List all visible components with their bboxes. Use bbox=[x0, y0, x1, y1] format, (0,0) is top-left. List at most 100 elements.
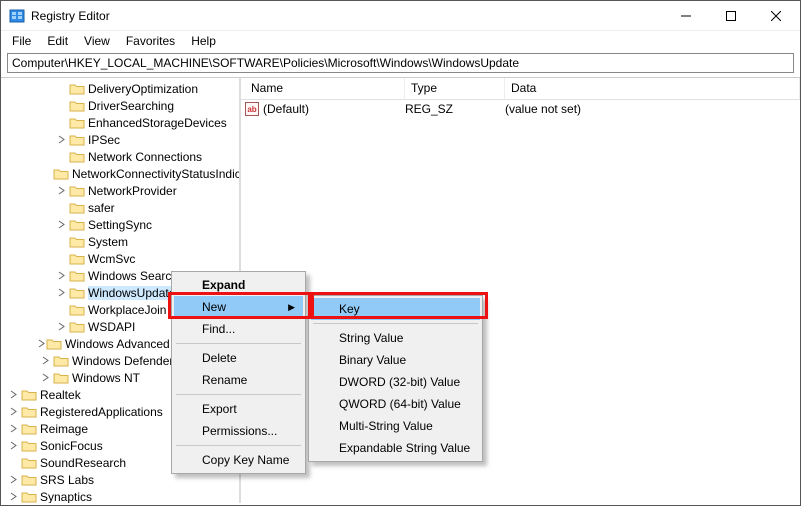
folder-icon bbox=[21, 422, 37, 436]
menu-separator bbox=[176, 343, 301, 344]
titlebar: Registry Editor bbox=[1, 1, 800, 31]
folder-icon bbox=[69, 252, 85, 266]
tree-label: WSDAPI bbox=[88, 320, 135, 334]
list-rows: ab(Default) REG_SZ (value not set) bbox=[241, 100, 800, 118]
chevron-icon[interactable] bbox=[53, 322, 69, 331]
folder-icon bbox=[69, 286, 85, 300]
tree-label: Windows NT bbox=[72, 371, 140, 385]
tree-node[interactable]: safer bbox=[1, 199, 239, 216]
context-item[interactable]: Find... bbox=[174, 318, 303, 340]
col-header-name[interactable]: Name bbox=[245, 78, 405, 99]
context-item[interactable]: Permissions... bbox=[174, 420, 303, 442]
tree-label: Windows Search bbox=[88, 269, 178, 283]
address-bar[interactable]: Computer\HKEY_LOCAL_MACHINE\SOFTWARE\Pol… bbox=[7, 53, 794, 73]
context-item-label: Copy Key Name bbox=[202, 453, 289, 467]
context-item[interactable]: String Value bbox=[311, 327, 480, 349]
tree-node[interactable]: System bbox=[1, 233, 239, 250]
context-item[interactable]: Copy Key Name bbox=[174, 449, 303, 471]
folder-icon bbox=[53, 371, 69, 385]
menu-view[interactable]: View bbox=[77, 33, 117, 49]
tree-node[interactable]: IPSec bbox=[1, 131, 239, 148]
maximize-button[interactable] bbox=[708, 2, 753, 30]
tree-node[interactable]: DeliveryOptimization bbox=[1, 80, 239, 97]
context-item-label: String Value bbox=[339, 331, 403, 345]
context-item[interactable]: Expandable String Value bbox=[311, 437, 480, 459]
folder-icon bbox=[69, 99, 85, 113]
folder-icon bbox=[21, 473, 37, 487]
context-item[interactable]: QWORD (64-bit) Value bbox=[311, 393, 480, 415]
tree-label: Synaptics bbox=[40, 490, 92, 504]
submenu-arrow-icon: ▶ bbox=[288, 302, 295, 313]
string-value-icon: ab bbox=[245, 102, 259, 116]
context-item[interactable]: Delete bbox=[174, 347, 303, 369]
tree-label: SettingSync bbox=[88, 218, 152, 232]
context-menu: Expand New▶Find... DeleteRename Export Permi… bbox=[171, 271, 306, 474]
address-text: Computer\HKEY_LOCAL_MACHINE\SOFTWARE\Pol… bbox=[12, 56, 519, 70]
chevron-icon[interactable] bbox=[53, 288, 69, 297]
folder-icon bbox=[69, 269, 85, 283]
chevron-icon[interactable] bbox=[53, 220, 69, 229]
tree-label: safer bbox=[88, 201, 115, 215]
context-item[interactable]: DWORD (32-bit) Value bbox=[311, 371, 480, 393]
context-item[interactable]: Key bbox=[311, 298, 480, 320]
context-item[interactable]: Binary Value bbox=[311, 349, 480, 371]
context-item[interactable]: Expand bbox=[174, 274, 303, 296]
menu-help[interactable]: Help bbox=[184, 33, 223, 49]
chevron-icon[interactable] bbox=[5, 424, 21, 433]
folder-icon bbox=[69, 235, 85, 249]
context-item[interactable]: Multi-String Value bbox=[311, 415, 480, 437]
tree-label: DriverSearching bbox=[88, 99, 174, 113]
folder-icon bbox=[69, 133, 85, 147]
tree-node[interactable]: DriverSearching bbox=[1, 97, 239, 114]
value-name: (Default) bbox=[263, 102, 309, 116]
tree-node[interactable]: Synaptics bbox=[1, 488, 239, 503]
chevron-icon[interactable] bbox=[53, 271, 69, 280]
chevron-icon[interactable] bbox=[37, 373, 53, 382]
list-row[interactable]: ab(Default) REG_SZ (value not set) bbox=[241, 100, 800, 118]
chevron-icon[interactable] bbox=[5, 492, 21, 501]
folder-icon bbox=[69, 116, 85, 130]
chevron-icon[interactable] bbox=[5, 407, 21, 416]
chevron-icon[interactable] bbox=[53, 186, 69, 195]
close-button[interactable] bbox=[753, 2, 798, 30]
regedit-icon bbox=[9, 8, 25, 24]
context-item-label: Binary Value bbox=[339, 353, 406, 367]
folder-icon bbox=[21, 490, 37, 504]
minimize-button[interactable] bbox=[663, 2, 708, 30]
context-item[interactable]: New▶ bbox=[174, 296, 303, 318]
tree-label: System bbox=[88, 235, 128, 249]
context-submenu: Key String Value Binary Value DWORD (32-bit… bbox=[308, 295, 483, 462]
chevron-icon[interactable] bbox=[37, 356, 53, 365]
context-item-label: Permissions... bbox=[202, 424, 277, 438]
tree-label: NetworkConnectivityStatusIndicator bbox=[72, 167, 241, 181]
tree-node[interactable]: SettingSync bbox=[1, 216, 239, 233]
tree-node[interactable]: NetworkConnectivityStatusIndicator bbox=[1, 165, 239, 182]
menu-file[interactable]: File bbox=[5, 33, 38, 49]
context-item[interactable]: Rename bbox=[174, 369, 303, 391]
chevron-icon[interactable] bbox=[5, 475, 21, 484]
tree-node[interactable]: EnhancedStorageDevices bbox=[1, 114, 239, 131]
window-title: Registry Editor bbox=[31, 9, 110, 23]
tree-label: RegisteredApplications bbox=[40, 405, 163, 419]
context-item-label: Multi-String Value bbox=[339, 419, 433, 433]
col-header-data[interactable]: Data bbox=[505, 78, 800, 99]
folder-icon bbox=[69, 201, 85, 215]
tree-node[interactable]: NetworkProvider bbox=[1, 182, 239, 199]
folder-icon bbox=[69, 82, 85, 96]
context-item-label: Key bbox=[339, 302, 360, 316]
chevron-icon[interactable] bbox=[5, 441, 21, 450]
tree-label: EnhancedStorageDevices bbox=[88, 116, 227, 130]
menu-edit[interactable]: Edit bbox=[40, 33, 75, 49]
folder-icon bbox=[69, 184, 85, 198]
menu-favorites[interactable]: Favorites bbox=[119, 33, 182, 49]
tree-node[interactable]: Network Connections bbox=[1, 148, 239, 165]
list-header: Name Type Data bbox=[241, 78, 800, 100]
context-item[interactable]: Export bbox=[174, 398, 303, 420]
context-item-label: Expand bbox=[202, 278, 245, 292]
chevron-icon[interactable] bbox=[53, 135, 69, 144]
chevron-icon[interactable] bbox=[5, 390, 21, 399]
chevron-icon[interactable] bbox=[37, 339, 46, 348]
tree-node[interactable]: WcmSvc bbox=[1, 250, 239, 267]
context-item-label: DWORD (32-bit) Value bbox=[339, 375, 460, 389]
col-header-type[interactable]: Type bbox=[405, 78, 505, 99]
